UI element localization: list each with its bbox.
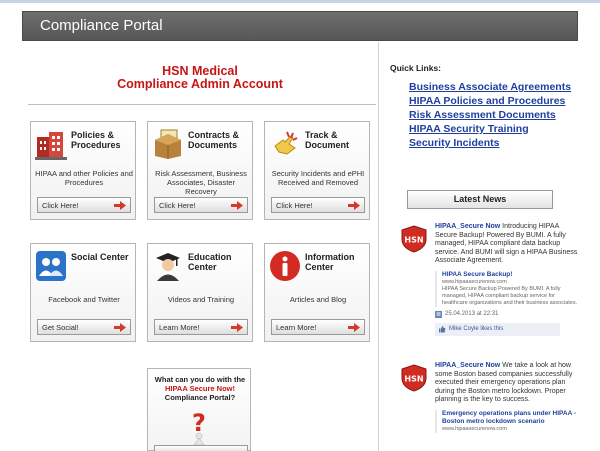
button-label: Learn More! xyxy=(276,323,317,332)
sidebar: Quick Links: Business Associate Agreemen… xyxy=(390,42,590,451)
account-type: Compliance Admin Account xyxy=(117,77,283,91)
quick-link-security-incidents[interactable]: Security Incidents xyxy=(409,137,589,150)
attachment-description: HIPAA Secure Backup Powered By BUMI. A f… xyxy=(442,285,578,306)
card-title: Education Center xyxy=(188,252,232,272)
news-source-link[interactable]: HIPAA_Secure Now xyxy=(435,223,500,230)
card-information-center: Information Center Articles and Blog Lea… xyxy=(264,243,370,342)
hsn-logo-icon: HSN xyxy=(400,225,428,253)
button-label: Click Here! xyxy=(159,201,196,210)
button-label: Get Social! xyxy=(42,323,79,332)
promo-text-lead: What can you do with the xyxy=(154,375,246,384)
card-description: Articles and Blog xyxy=(289,295,347,304)
arrow-right-icon xyxy=(114,323,126,332)
post-type-icon xyxy=(435,310,442,318)
chat-people-icon xyxy=(35,250,67,282)
building-icon xyxy=(35,128,67,160)
quick-link-risk-assessment[interactable]: Risk Assessment Documents xyxy=(409,109,589,122)
news-text: HIPAA_Secure Now Introducing HIPAA Secur… xyxy=(435,223,578,266)
arrow-right-icon xyxy=(348,201,360,210)
quick-link-security-training[interactable]: HIPAA Security Training xyxy=(409,123,589,136)
card-description: Risk Assessment, Business Associates, Di… xyxy=(155,169,247,196)
promo-text: What can you do with the HIPAA Secure No… xyxy=(150,375,250,402)
arrow-right-icon xyxy=(231,323,243,332)
column-divider xyxy=(378,42,379,451)
svg-text:HSN: HSN xyxy=(404,236,423,245)
card-description: Facebook and Twitter xyxy=(48,295,120,304)
top-accent-line xyxy=(0,0,600,3)
quick-links-list: Business Associate Agreements HIPAA Poli… xyxy=(409,81,589,152)
card-title: Policies & Procedures xyxy=(71,130,121,150)
question-figure-icon: ? xyxy=(184,409,214,446)
attachment-title[interactable]: HIPAA Secure Backup! xyxy=(442,271,578,279)
hsn-logo-icon: HSN xyxy=(400,364,428,392)
info-icon xyxy=(269,250,301,282)
graduate-icon xyxy=(152,250,184,282)
card-title: Social Center xyxy=(71,252,129,262)
button-label: Click Here! xyxy=(42,201,79,210)
portal-header: Compliance Portal xyxy=(22,11,578,41)
attachment-title[interactable]: Emergency operations plans under HIPAA -… xyxy=(442,410,578,426)
promo-text-tail: Compliance Portal? xyxy=(164,393,236,402)
file-box-icon xyxy=(152,128,184,160)
button-label: Learn More! xyxy=(159,323,200,332)
news-source-link[interactable]: HIPAA_Secure Now xyxy=(435,362,500,369)
quick-link-business-associate-agreements[interactable]: Business Associate Agreements xyxy=(409,81,589,94)
quick-link-hipaa-policies[interactable]: HIPAA Policies and Procedures xyxy=(409,95,589,108)
svg-text:HSN: HSN xyxy=(404,375,423,384)
heading-divider xyxy=(28,104,376,105)
attachment-url: www.hipaasecurenow.com xyxy=(442,278,507,285)
promo-brand: HIPAA Secure Now! xyxy=(164,384,235,393)
card-title: Contracts & Documents xyxy=(188,130,240,150)
promo-box: What can you do with the HIPAA Secure No… xyxy=(147,368,251,451)
news-date-text: 25.04.2013 at 22:31 xyxy=(445,311,499,317)
track-click-here-button[interactable]: Click Here! xyxy=(271,197,365,213)
arrow-right-icon xyxy=(231,201,243,210)
likes-bar: Mike Coyle likes this xyxy=(435,322,560,336)
education-learn-more-button[interactable]: Learn More! xyxy=(154,319,248,335)
card-policies-procedures: Policies & Procedures HIPAA and other Po… xyxy=(30,121,136,220)
arrow-right-icon xyxy=(114,201,126,210)
policies-click-here-button[interactable]: Click Here! xyxy=(37,197,131,213)
card-track-document: Track & Document Security Incidents and … xyxy=(264,121,370,220)
arrow-right-icon xyxy=(348,323,360,332)
card-description: Security Incidents and ePHI Received and… xyxy=(271,169,365,187)
portal-title: Compliance Portal xyxy=(40,17,163,34)
account-heading: HSN Medical Compliance Admin Account xyxy=(22,65,378,91)
main-column: HSN Medical Compliance Admin Account Pol… xyxy=(22,42,378,451)
card-social-center: Social Center Facebook and Twitter Get S… xyxy=(30,243,136,342)
news-attachment[interactable]: HIPAA Secure Backup! www.hipaasecurenow.… xyxy=(435,270,578,307)
card-contracts-documents: Contracts & Documents Risk Assessment, B… xyxy=(147,121,253,220)
card-title: Information Center xyxy=(305,252,355,272)
quick-links-label: Quick Links: xyxy=(390,63,442,73)
thumbs-up-icon xyxy=(439,326,446,333)
button-label: Click Here! xyxy=(276,201,313,210)
hand-cursor-icon xyxy=(269,128,301,160)
contracts-click-here-button[interactable]: Click Here! xyxy=(154,197,248,213)
news-timestamp: 25.04.2013 at 22:31 xyxy=(435,310,578,318)
get-social-button[interactable]: Get Social! xyxy=(37,319,131,335)
information-learn-more-button[interactable]: Learn More! xyxy=(271,319,365,335)
news-attachment[interactable]: Emergency operations plans under HIPAA -… xyxy=(435,409,578,433)
card-description: HIPAA and other Policies and Procedures xyxy=(35,169,133,187)
news-text: HIPAA_Secure Now We take a look at how s… xyxy=(435,362,578,405)
likes-text: Mike Coyle likes this xyxy=(449,326,504,332)
card-description: Videos and Training xyxy=(167,295,235,304)
card-title: Track & Document xyxy=(305,130,350,150)
card-education-center: Education Center Videos and Training Lea… xyxy=(147,243,253,342)
promo-learn-more-button[interactable] xyxy=(154,445,248,451)
attachment-url: www.hipaasecurenow.com xyxy=(442,425,507,432)
latest-news-header: Latest News xyxy=(407,190,553,209)
